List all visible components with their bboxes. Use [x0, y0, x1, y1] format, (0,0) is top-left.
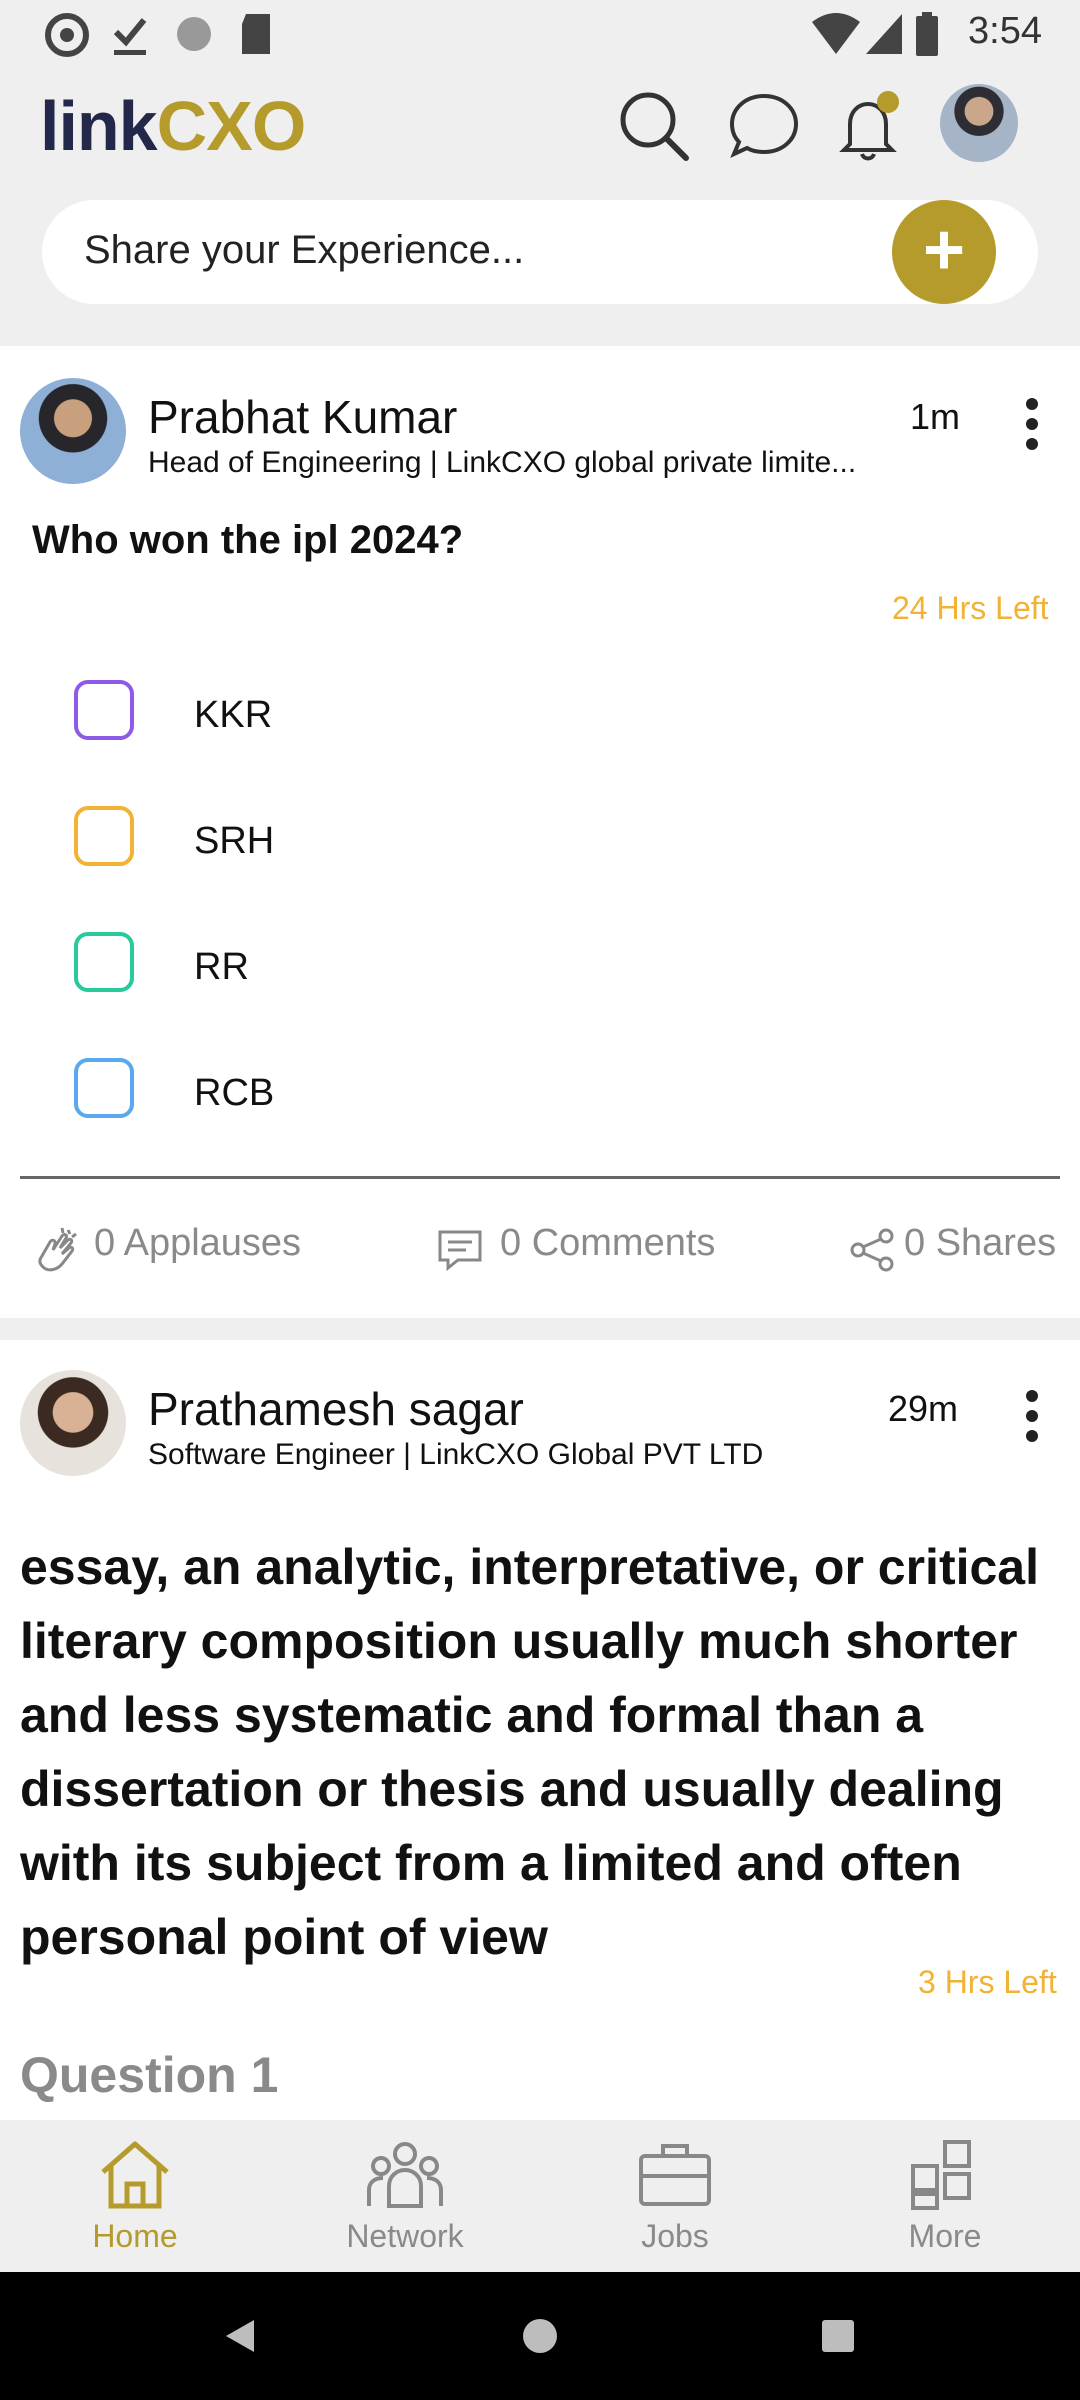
network-icon [367, 2142, 443, 2208]
more-options-icon[interactable] [1010, 1384, 1054, 1448]
poll-option-label[interactable]: RCB [194, 1072, 274, 1115]
share-icon[interactable] [848, 1226, 896, 1274]
grid-icon [911, 2140, 971, 2210]
nav-label: Home [92, 2218, 178, 2254]
recents-icon[interactable] [820, 2318, 856, 2354]
question-heading: Question 1 [20, 2047, 279, 2103]
home-system-icon[interactable] [520, 2316, 560, 2356]
poll-post-card [0, 346, 1080, 1318]
wifi-icon [812, 13, 860, 54]
share-experience-placeholder: Share your Experience... [84, 228, 525, 272]
comment-icon[interactable] [436, 1226, 484, 1274]
comment-count[interactable]: 0 Comments [500, 1222, 715, 1265]
author-avatar[interactable] [20, 378, 126, 484]
clock: 3:54 [968, 10, 1042, 52]
nav-label: Jobs [641, 2218, 709, 2254]
author-name[interactable]: Prabhat Kumar [148, 390, 457, 444]
poll-question: Who won the ipl 2024? [32, 518, 464, 562]
nav-label: More [908, 2218, 982, 2254]
plus-icon: + [922, 210, 966, 290]
post-time: 1m [910, 396, 961, 437]
poll-option-checkbox-rcb[interactable] [74, 1058, 134, 1118]
download-done-icon [113, 18, 147, 55]
home-icon [101, 2141, 169, 2209]
share-count[interactable]: 0 Shares [904, 1222, 1056, 1265]
sync-icon [45, 13, 89, 57]
nav-label: Network [346, 2218, 464, 2254]
post-body-text: essay, an analytic, interpretative, or c… [20, 1539, 1039, 1965]
battery-icon [916, 12, 938, 56]
poll-time-left: 24 Hrs Left [892, 590, 1049, 626]
applause-count[interactable]: 0 Applauses [94, 1222, 301, 1265]
more-options-icon[interactable] [1010, 392, 1054, 456]
share-experience-input[interactable]: Share your Experience... [42, 200, 1038, 304]
sd-card-icon [242, 14, 270, 54]
chat-icon[interactable] [724, 86, 804, 166]
app-logo[interactable]: linkCXO [40, 86, 307, 166]
nav-network[interactable]: Network [270, 2120, 540, 2272]
bottom-navigation: Home Network Jobs More [0, 2120, 1080, 2272]
poll-option-label[interactable]: RR [194, 946, 249, 989]
signal-icon [866, 14, 902, 54]
author-avatar[interactable] [20, 1370, 126, 1476]
post-separator [0, 1318, 1080, 1340]
post-time: 29m [888, 1388, 959, 1429]
nav-more[interactable]: More [810, 2120, 1080, 2272]
nav-jobs[interactable]: Jobs [540, 2120, 810, 2272]
poll-option-label[interactable]: SRH [194, 820, 274, 863]
applause-icon[interactable] [32, 1226, 84, 1278]
poll-option-label[interactable]: KKR [194, 694, 272, 737]
create-post-button[interactable]: + [892, 200, 996, 304]
loading-icon [177, 17, 211, 51]
profile-avatar[interactable] [940, 84, 1018, 162]
poll-option-checkbox-srh[interactable] [74, 806, 134, 866]
logo-text-cxo: CXO [156, 87, 307, 165]
poll-option-checkbox-kkr[interactable] [74, 680, 134, 740]
search-icon[interactable] [614, 86, 694, 166]
post-time-left: 3 Hrs Left [918, 1964, 1057, 2000]
briefcase-icon [639, 2144, 711, 2206]
divider [20, 1176, 1060, 1179]
author-name[interactable]: Prathamesh sagar [148, 1382, 524, 1436]
author-subtitle: Software Engineer | LinkCXO Global PVT L… [148, 1438, 764, 1471]
author-subtitle: Head of Engineering | LinkCXO global pri… [148, 446, 857, 479]
app-header: linkCXO Share your Experience... + [0, 66, 1080, 346]
system-navigation-bar [0, 2272, 1080, 2400]
status-bar: 3:54 [0, 0, 1080, 66]
bell-icon[interactable] [828, 86, 908, 166]
poll-option-checkbox-rr[interactable] [74, 932, 134, 992]
nav-home[interactable]: Home [0, 2120, 270, 2272]
back-icon[interactable] [222, 2316, 258, 2356]
logo-text-link: link [40, 87, 158, 165]
